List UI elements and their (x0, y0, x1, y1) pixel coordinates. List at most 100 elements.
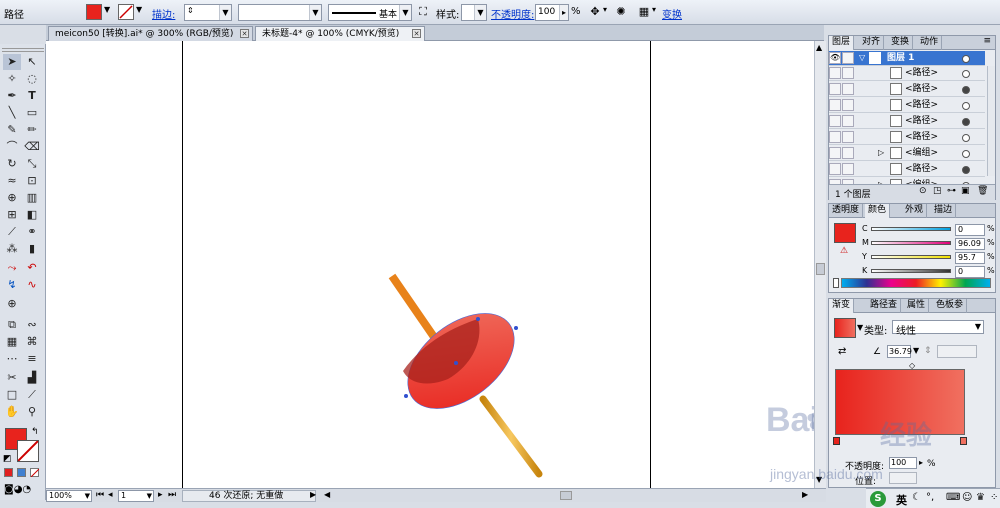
slice-tool-icon[interactable]: ∾ (23, 317, 41, 333)
close-icon[interactable]: ✕ (240, 29, 249, 38)
tab-meicon50[interactable]: meicon50 [转换].ai* @ 300% (RGB/预览) ✕ (48, 26, 253, 41)
type-tool-icon[interactable]: T (23, 88, 41, 104)
lock-toggle[interactable] (842, 115, 854, 127)
layer-row-layer-1[interactable]: 👁 ▽ 图层 1 (829, 51, 985, 66)
user-icon[interactable]: ☺ (962, 492, 972, 503)
layer-row[interactable]: <路径> (829, 114, 985, 129)
swap-colors-icon[interactable]: ↰ (31, 427, 39, 437)
chevron-down-icon[interactable]: ▾ (652, 5, 656, 14)
twirl-tool-icon[interactable]: ∿ (23, 277, 41, 293)
tab-gradient[interactable]: 渐变 (829, 299, 855, 313)
chevron-down-icon[interactable]: ▼ (474, 5, 486, 20)
gradient-angle-input[interactable]: 36.79 (887, 345, 912, 358)
color-mode-icon[interactable] (4, 468, 13, 477)
chevron-down-icon[interactable]: ▾ (603, 5, 607, 14)
chevron-down-icon[interactable]: ▼ (85, 491, 90, 501)
layer-name[interactable]: <编组> (905, 146, 938, 160)
blob-brush-tool-icon[interactable]: ⌒ (3, 139, 21, 155)
new-layer-icon[interactable]: ▣ (961, 186, 970, 196)
eraser-tool-icon[interactable]: ⌫ (23, 139, 41, 155)
layer-row[interactable]: <路径> (829, 130, 985, 145)
vertical-scrollbar[interactable]: ▲ ▼ (814, 41, 826, 488)
zoom-tool-icon[interactable]: ⚲ (23, 404, 41, 420)
channel-slider[interactable] (871, 269, 951, 273)
channel-value-input[interactable]: 0 (955, 224, 985, 236)
new-sublayer-icon[interactable]: ⊶ (947, 186, 956, 196)
symbol-sprayer-tool-icon[interactable]: ⁂ (3, 241, 21, 257)
tab-swatch-options[interactable]: 色板参 (933, 299, 968, 313)
gradient-stop-start[interactable] (833, 437, 840, 445)
measure-tool-icon[interactable]: ⟋ (23, 387, 41, 403)
target-icon[interactable] (962, 150, 970, 158)
none-mode-icon[interactable] (30, 468, 40, 478)
hand-tool-icon[interactable]: ✋ (3, 404, 21, 420)
tab-align[interactable]: 对齐 (859, 36, 885, 50)
visibility-toggle[interactable] (829, 131, 841, 143)
chevron-down-icon[interactable]: ▼ (147, 491, 152, 501)
layer-row[interactable]: ▷ <编组> (829, 146, 985, 161)
next-artboard-icon[interactable]: ▸ (158, 490, 163, 500)
gradient-mode-icon[interactable] (17, 468, 26, 477)
target-icon[interactable] (962, 102, 970, 110)
gradient-type-select[interactable]: 线性 ▼ (892, 320, 984, 337)
target-icon[interactable] (962, 134, 970, 142)
target-icon[interactable] (962, 166, 970, 174)
rotate-tool-icon[interactable]: ↻ (3, 156, 21, 172)
graph-tool-icon[interactable]: ▟ (23, 370, 41, 386)
transform-link[interactable]: 变换 (662, 6, 682, 21)
chevron-down-icon[interactable]: ▼ (136, 5, 142, 14)
visibility-toggle[interactable] (829, 83, 841, 95)
color-spectrum-ramp[interactable] (841, 278, 991, 288)
target-icon[interactable] (962, 55, 970, 63)
blend-tool-icon[interactable]: ⚭ (23, 224, 41, 240)
layer-row[interactable]: <路径> (829, 98, 985, 113)
settings-grid-icon[interactable]: ⁘ (990, 492, 998, 503)
layers-scrollbar[interactable] (987, 66, 995, 176)
variable-width-profile[interactable]: ▼ (238, 4, 322, 21)
lasso-tool-icon[interactable]: ◌ (23, 71, 41, 87)
channel-value-input[interactable]: 95.7 (955, 252, 985, 264)
default-colors-icon[interactable]: ◩ (3, 454, 12, 464)
scroll-up-icon[interactable]: ▲ (816, 43, 822, 52)
width-tool-icon[interactable]: ⤳ (3, 260, 21, 276)
target-icon[interactable] (962, 118, 970, 126)
isolate-group-icon[interactable]: ✺ (614, 5, 628, 19)
stroke-swatch[interactable] (17, 440, 39, 462)
hscroll-thumb[interactable] (560, 491, 572, 500)
warp-curve-tool-icon[interactable]: ↶ (23, 260, 41, 276)
scissors-tool-icon[interactable]: ✂ (3, 370, 21, 386)
align-stroke-icon[interactable]: ⛶ (416, 5, 430, 19)
artboard-select[interactable]: 1 ▼ (118, 490, 154, 502)
gradient-location-input[interactable] (889, 472, 917, 484)
tab-untitled-4[interactable]: 未标题-4* @ 100% (CMYK/预览) ✕ (255, 26, 425, 41)
punctuation-icon[interactable]: °, (926, 492, 934, 503)
fill-color-swatch[interactable] (86, 4, 102, 20)
sogou-logo-icon[interactable]: S (870, 491, 886, 507)
stroke-color-swatch[interactable] (118, 4, 134, 20)
chevron-right-icon[interactable]: ▸ (919, 458, 923, 467)
paintbrush-tool-icon[interactable]: ✎ (3, 122, 21, 138)
artboard-tool-icon[interactable]: ⧉ (3, 317, 21, 333)
tab-color[interactable]: 颜色 (865, 204, 891, 218)
panel-menu-icon[interactable]: ≡ (983, 36, 991, 46)
target-icon[interactable] (962, 70, 970, 78)
selection-tool-icon[interactable]: ➤ (3, 54, 21, 70)
perspective-grid-tool-icon[interactable]: ▥ (23, 190, 41, 206)
mesh-grid-tool-icon[interactable]: ▦ (3, 334, 21, 350)
rectangle-tool-icon[interactable]: ▭ (23, 105, 41, 121)
expand-arrow-icon[interactable]: ▽ (859, 51, 865, 65)
moon-icon[interactable]: ☾ (912, 492, 921, 503)
gradient-opacity-input[interactable]: 100 (889, 457, 917, 469)
keyboard-icon[interactable]: ⌨ (946, 492, 960, 503)
target-icon[interactable] (962, 86, 970, 94)
align-tool-icon[interactable]: ≡ (23, 351, 41, 367)
trash-icon[interactable]: 🗑 (977, 186, 988, 196)
lock-toggle[interactable] (842, 131, 854, 143)
tab-layers[interactable]: 图层 (829, 36, 855, 50)
gradient-stop-end[interactable] (960, 437, 967, 445)
layer-name[interactable]: <路径> (905, 66, 938, 80)
scroll-thumb[interactable] (816, 263, 825, 275)
tab-transform[interactable]: 变换 (888, 36, 914, 50)
lock-toggle[interactable] (842, 99, 854, 111)
layer-name[interactable]: <路径> (905, 162, 938, 176)
